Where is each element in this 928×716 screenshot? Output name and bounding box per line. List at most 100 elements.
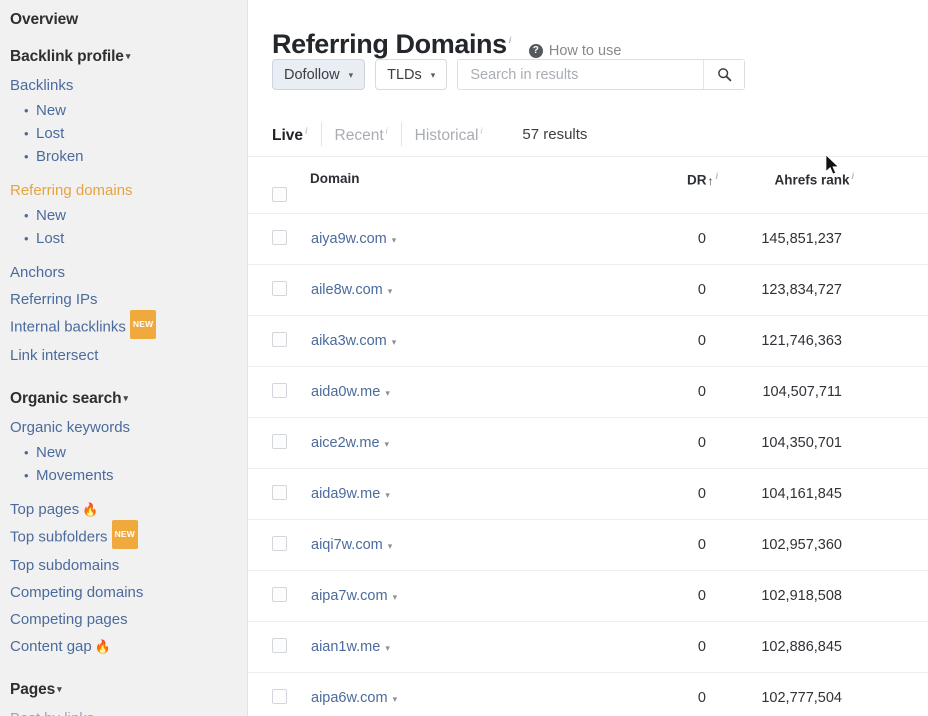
row-select-cell [248,672,310,716]
chevron-down-icon[interactable]: ▾ [388,541,393,551]
sidebar-item-content-gap[interactable]: Content gap 🔥 [10,633,247,660]
dr-cell: 0 [640,570,718,622]
chevron-down-icon[interactable]: ▾ [385,439,390,449]
tab-recent[interactable]: Recent i [335,122,402,146]
ahrefs-rank-info-icon[interactable]: i [851,171,854,181]
domain-link[interactable]: aida9w.me [311,486,380,502]
row-checkbox[interactable] [272,229,287,245]
search-input[interactable] [458,60,704,89]
sidebar-item-organic-keywords[interactable]: Organic keywords [10,414,247,441]
tab-live[interactable]: Live i [272,122,322,146]
tabs-list: Live i Recent i Historical i [272,122,508,146]
chevron-down-icon[interactable]: ▾ [393,592,398,602]
sidebar-item-link-intersect[interactable]: Link intersect [10,342,247,369]
tab-info-icon[interactable]: i [305,126,308,136]
sidebar-item-competing-pages[interactable]: Competing pages [10,606,247,633]
sidebar-item-anchors[interactable]: Anchors [10,259,247,286]
table-row[interactable]: aile8w.com ▾ 0 123,834,727 [248,264,928,316]
table-row[interactable]: aice2w.me ▾ 0 104,350,701 [248,417,928,469]
domain-link[interactable]: aile8w.com [311,282,383,298]
row-checkbox[interactable] [272,484,287,500]
sidebar-item-internal-backlinks[interactable]: Internal backlinks NEW [10,310,247,342]
domain-link[interactable]: aian1w.me [311,639,380,655]
column-header-referring-domains[interactable]: Referring do (dof [854,157,928,214]
how-to-use-link[interactable]: ? How to use [528,43,621,59]
table-row[interactable]: aida9w.me ▾ 0 104,161,845 [248,468,928,520]
domain-link[interactable]: aipa7w.com [311,588,388,604]
table-row[interactable]: aiqi7w.com ▾ 0 102,957,360 [248,519,928,571]
column-header-ahrefs-rank[interactable]: Ahrefs rank i [718,157,854,214]
row-checkbox[interactable] [272,688,287,704]
row-checkbox[interactable] [272,535,287,551]
sidebar-item-top-subfolders[interactable]: Top subfolders NEW [10,520,247,552]
sidebar-subitem-new[interactable]: • New [10,441,247,464]
domain-link[interactable]: aika3w.com [311,333,387,349]
sidebar-subitem-lost[interactable]: • Lost [10,122,247,145]
sidebar-item-top-pages[interactable]: Top pages 🔥 [10,496,247,523]
sidebar-group-header[interactable]: Organic search ▾ [10,385,247,414]
tab-info-icon[interactable]: i [480,126,482,136]
domain-cell: aice2w.me ▾ [310,417,640,469]
sidebar-subitem-broken[interactable]: • Broken [10,145,247,168]
table-row[interactable]: aipa7w.com ▾ 0 102,918,508 [248,570,928,622]
filter-row: Dofollow ▾ TLDs ▾ [272,58,928,91]
tab-info-icon[interactable]: i [386,126,388,136]
column-header-dr[interactable]: DR↑ i [640,157,718,214]
dofollow-filter-button[interactable]: Dofollow ▾ [272,59,366,90]
row-checkbox[interactable] [272,280,287,296]
search-submit-button[interactable] [703,60,745,89]
sidebar-subitem-movements[interactable]: • Movements [10,464,247,487]
table-row[interactable]: aida0w.me ▾ 0 104,507,711 [248,366,928,418]
domain-link[interactable]: aice2w.me [311,435,380,451]
sidebar-item-label: Content gap [10,638,92,655]
sidebar-item-referring-domains[interactable]: Referring domains [10,177,247,204]
table-row[interactable]: aian1w.me ▾ 0 102,886,845 [248,621,928,673]
table-row[interactable]: aiya9w.com ▾ 0 145,851,237 [248,213,928,265]
chevron-down-icon[interactable]: ▾ [388,286,393,296]
dr-info-icon[interactable]: i [715,171,718,181]
row-checkbox[interactable] [272,586,287,602]
domain-link[interactable]: aida0w.me [311,384,380,400]
chevron-down-icon[interactable]: ▾ [385,388,390,398]
sidebar-item-top-subdomains[interactable]: Top subdomains [10,552,247,579]
sidebar-item-label: Overview [10,11,79,28]
tlds-filter-button[interactable]: TLDs ▾ [375,59,448,90]
page-title-info-icon[interactable]: i [509,35,512,45]
select-all-checkbox[interactable] [271,187,287,202]
chevron-down-icon[interactable]: ▾ [385,490,390,500]
sidebar-subitem-new[interactable]: • New [10,204,247,227]
chevron-down-icon: ▾ [348,70,354,80]
domain-link[interactable]: aiqi7w.com [311,537,383,553]
table-header-row: Domain DR↑i Ahrefs ranki Referring do (d… [248,157,928,214]
tab-historical[interactable]: Historical i [415,122,496,145]
sidebar-item-overview[interactable]: Overview [10,6,247,34]
row-checkbox[interactable] [272,637,287,653]
sidebar-group-header[interactable]: Backlink profile ▾ [10,43,247,72]
sidebar-group-header[interactable]: Pages ▾ [10,676,247,705]
chevron-down-icon[interactable]: ▾ [393,694,398,704]
bullet-icon: • [24,149,29,164]
row-checkbox[interactable] [272,331,287,347]
sidebar-subitem-lost[interactable]: • Lost [10,227,247,250]
chevron-down-icon[interactable]: ▾ [392,235,397,245]
chevron-down-icon[interactable]: ▾ [385,643,390,653]
table-row[interactable]: aika3w.com ▾ 0 121,746,363 [248,315,928,367]
column-header-domain[interactable]: Domain [310,157,640,214]
domain-link[interactable]: aiya9w.com [311,231,387,247]
new-badge: NEW [129,310,157,339]
sidebar-item-competing-domains[interactable]: Competing domains [10,579,247,606]
sidebar-item-referring-ips[interactable]: Referring IPs [10,286,247,313]
row-checkbox[interactable] [272,433,287,449]
sidebar-subitem-label: New [36,207,67,224]
table-row[interactable]: aipa6w.com ▾ 0 102,777,504 [248,672,928,716]
domain-link[interactable]: aipa6w.com [311,690,388,706]
row-checkbox[interactable] [272,382,287,398]
row-select-cell [248,315,310,367]
sidebar-item-best-by-links[interactable]: Best by links [10,705,247,716]
sidebar-subitem-new[interactable]: • New [10,99,247,122]
sidebar-group-label: Pages [10,681,56,698]
sidebar-item-backlinks[interactable]: Backlinks [10,72,247,99]
chevron-down-icon[interactable]: ▾ [392,337,397,347]
chevron-down-icon: ▾ [57,684,62,694]
